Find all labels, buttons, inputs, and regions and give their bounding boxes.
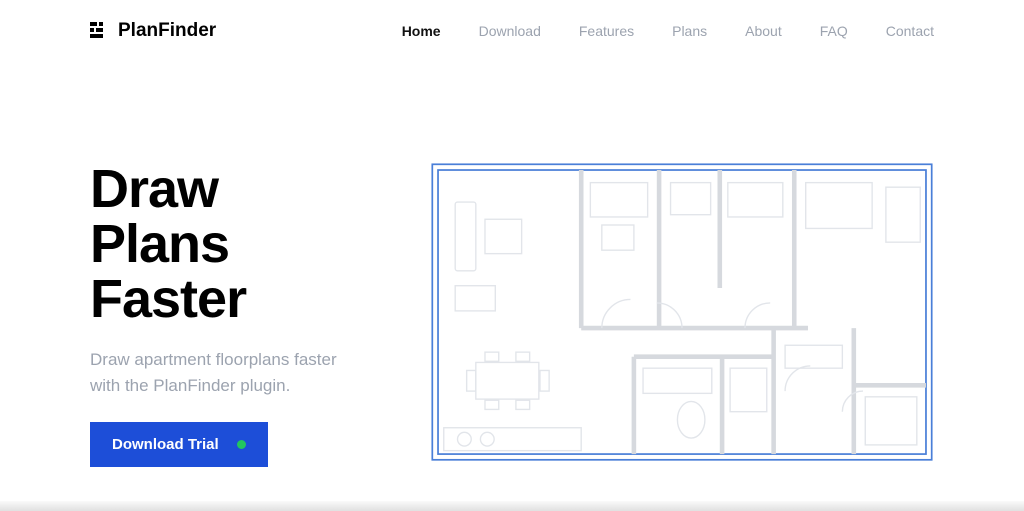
hero-title-line: Faster — [90, 269, 246, 329]
nav-faq[interactable]: FAQ — [820, 23, 848, 39]
brand[interactable]: PlanFinder — [90, 20, 216, 42]
cta-label: Download Trial — [112, 436, 219, 453]
nav-features[interactable]: Features — [579, 23, 634, 39]
status-dot-icon — [237, 440, 246, 449]
hero-text-column: Draw Plans Faster Draw apartment floorpl… — [90, 162, 390, 471]
logo-icon — [90, 22, 108, 40]
download-trial-button[interactable]: Download Trial — [90, 422, 268, 467]
nav-contact[interactable]: Contact — [886, 23, 934, 39]
header: PlanFinder Home Download Features Plans … — [0, 0, 1024, 62]
nav-download[interactable]: Download — [479, 23, 541, 39]
hero-title: Draw Plans Faster — [90, 162, 390, 327]
hero-section: Draw Plans Faster Draw apartment floorpl… — [0, 62, 1024, 471]
brand-name: PlanFinder — [118, 20, 216, 42]
hero-image-column — [430, 162, 1024, 471]
nav-about[interactable]: About — [745, 23, 782, 39]
page-bottom-shadow — [0, 501, 1024, 511]
hero-subtitle: Draw apartment floorplans faster with th… — [90, 347, 370, 398]
hero-title-line: Plans — [90, 214, 229, 274]
hero-title-line: Draw — [90, 159, 218, 219]
nav-home[interactable]: Home — [402, 23, 441, 39]
nav-plans[interactable]: Plans — [672, 23, 707, 39]
main-nav: Home Download Features Plans About FAQ C… — [402, 23, 934, 39]
floorplan-illustration — [430, 162, 934, 466]
